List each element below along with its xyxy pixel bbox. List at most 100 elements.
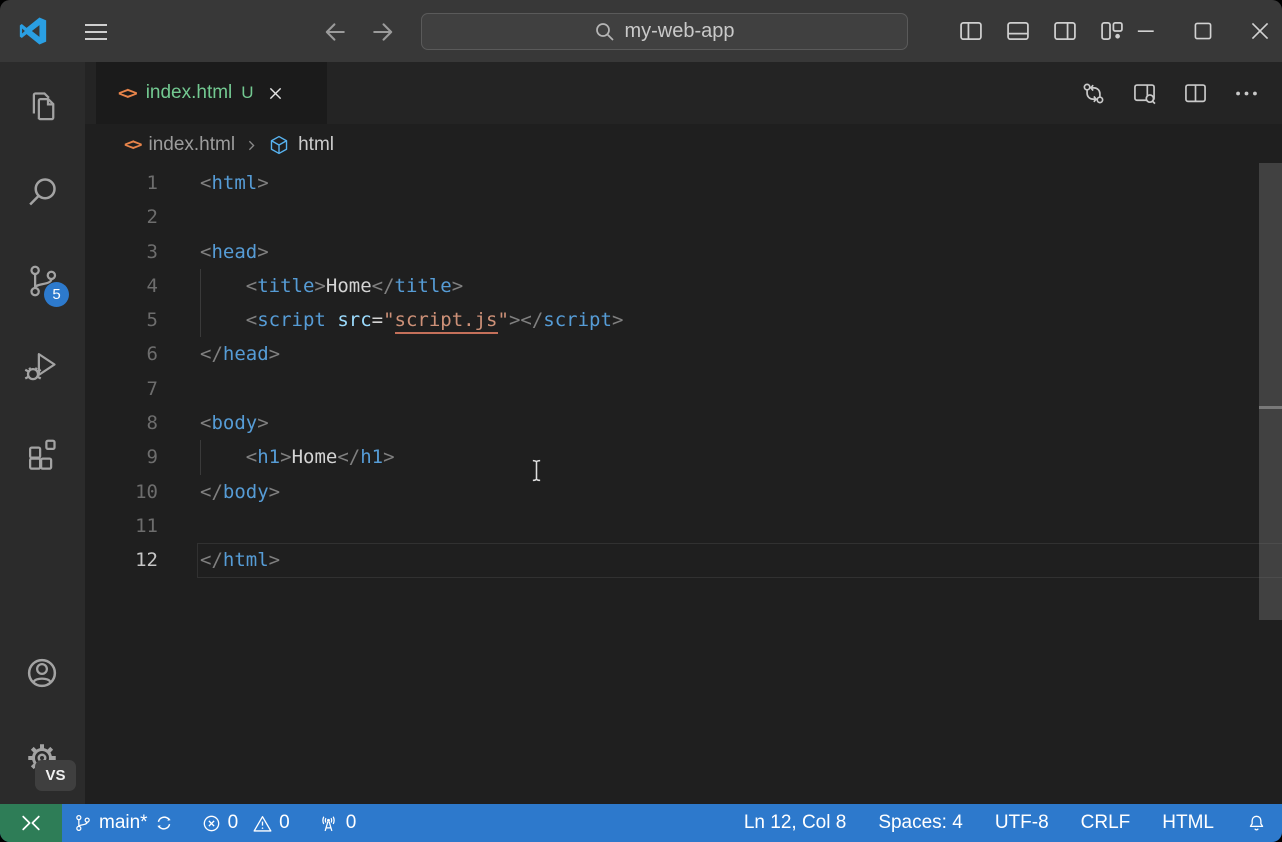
code-line[interactable]: 1<html>: [85, 166, 1282, 200]
breadcrumb-file[interactable]: <> index.html: [124, 134, 235, 156]
forward-button[interactable]: [369, 18, 397, 45]
code-line[interactable]: 7: [85, 372, 1282, 406]
code-token: [200, 446, 246, 468]
code-line[interactable]: 8<body>: [85, 406, 1282, 440]
eol-button[interactable]: CRLF: [1081, 812, 1131, 834]
code-token: h1: [360, 446, 383, 468]
code-token: >: [280, 446, 291, 468]
indent-guide: [200, 269, 201, 303]
line-number[interactable]: 4: [85, 269, 200, 303]
breadcrumb-file-label: index.html: [148, 134, 235, 156]
notifications-button[interactable]: [1246, 813, 1267, 834]
code-token: src: [337, 309, 371, 331]
line-number[interactable]: 6: [85, 337, 200, 371]
code-token: >: [269, 481, 280, 503]
vs-cursor-overlay: VS: [35, 760, 76, 791]
code-token: <: [200, 241, 211, 263]
toggle-primary-sidebar-button[interactable]: [957, 17, 985, 45]
code-line[interactable]: 6</head>: [85, 337, 1282, 371]
search-view-button[interactable]: [20, 170, 64, 214]
line-content[interactable]: <script src="script.js"></script>: [200, 303, 623, 337]
maximize-button[interactable]: [1189, 17, 1217, 45]
breadcrumb-symbol[interactable]: html: [268, 134, 334, 156]
indentation-button[interactable]: Spaces: 4: [878, 812, 963, 834]
line-content[interactable]: </html>: [200, 543, 280, 577]
code-line[interactable]: 12</html>: [85, 543, 1282, 577]
line-content[interactable]: </head>: [200, 337, 280, 371]
arrow-left-icon: [321, 18, 349, 46]
activity-bar: 5: [0, 62, 85, 804]
back-button[interactable]: [321, 18, 349, 45]
line-number[interactable]: 12: [85, 543, 200, 577]
toggle-secondary-sidebar-button[interactable]: [1051, 17, 1079, 45]
accounts-button[interactable]: [20, 651, 64, 695]
line-content[interactable]: <h1>Home</h1>: [200, 440, 395, 474]
encoding-button[interactable]: UTF-8: [995, 812, 1049, 834]
editor-area: <> index.html U: [85, 62, 1282, 804]
code-line[interactable]: 4 <title>Home</title>: [85, 269, 1282, 303]
split-editor-button[interactable]: [1182, 80, 1209, 107]
line-number[interactable]: 1: [85, 166, 200, 200]
line-number[interactable]: 2: [85, 200, 200, 234]
code-line[interactable]: 11: [85, 509, 1282, 543]
line-number[interactable]: 11: [85, 509, 200, 543]
run-debug-button[interactable]: [20, 344, 64, 388]
sync-icon: [154, 813, 174, 833]
code-line[interactable]: 3<head>: [85, 235, 1282, 269]
tab-git-status-badge: U: [241, 83, 253, 103]
line-content[interactable]: <body>: [200, 406, 269, 440]
line-content[interactable]: <head>: [200, 235, 269, 269]
close-button[interactable]: [1246, 17, 1274, 45]
open-changes-button[interactable]: [1080, 80, 1107, 107]
command-center-search[interactable]: my-web-app: [421, 13, 908, 50]
language-mode-button[interactable]: HTML: [1162, 812, 1214, 834]
tab-index-html[interactable]: <> index.html U: [96, 62, 327, 124]
code-line[interactable]: 2: [85, 200, 1282, 234]
code-token: </: [200, 343, 223, 365]
line-number[interactable]: 3: [85, 235, 200, 269]
code-line[interactable]: 9 <h1>Home</h1>: [85, 440, 1282, 474]
code-token: </: [337, 446, 360, 468]
minimize-button[interactable]: [1132, 17, 1160, 45]
cursor-position-button[interactable]: Ln 12, Col 8: [744, 812, 846, 834]
source-control-badge: 5: [44, 282, 69, 307]
code-token: script: [543, 309, 612, 331]
tab-close-button[interactable]: [266, 83, 286, 103]
line-number[interactable]: 10: [85, 475, 200, 509]
code-line[interactable]: 5 <script src="script.js"></script>: [85, 303, 1282, 337]
line-content[interactable]: <title>Home</title>: [200, 269, 463, 303]
toggle-panel-button[interactable]: [1004, 17, 1032, 45]
line-content[interactable]: <html>: [200, 166, 269, 200]
line-number[interactable]: 5: [85, 303, 200, 337]
branch-button[interactable]: main*: [73, 812, 174, 834]
explorer-button[interactable]: [20, 84, 64, 128]
open-preview-button[interactable]: [1131, 80, 1158, 107]
extensions-button[interactable]: [20, 430, 64, 474]
files-icon: [22, 86, 62, 126]
menu-button[interactable]: [80, 18, 112, 45]
problems-button[interactable]: 0 0: [201, 812, 290, 834]
debug-icon: [22, 346, 62, 386]
search-icon: [594, 21, 615, 42]
breadcrumbs: <> index.html html: [85, 124, 1282, 166]
code-line[interactable]: 10</body>: [85, 475, 1282, 509]
indent-guide: [200, 303, 201, 337]
tab-label: index.html: [146, 82, 233, 104]
more-actions-button[interactable]: [1233, 80, 1260, 107]
line-number[interactable]: 9: [85, 440, 200, 474]
code-editor[interactable]: 1<html>23<head>4 <title>Home</title>5 < s…: [85, 166, 1282, 804]
code-token: </: [200, 481, 223, 503]
maximize-icon: [1189, 17, 1217, 45]
code-token: >: [612, 309, 623, 331]
customize-layout-button[interactable]: [1098, 17, 1126, 45]
code-token: </: [520, 309, 543, 331]
branch-label: main*: [99, 812, 148, 834]
ports-button[interactable]: 0: [317, 812, 357, 835]
line-number[interactable]: 8: [85, 406, 200, 440]
line-content[interactable]: </body>: [200, 475, 280, 509]
vertical-scrollbar[interactable]: [1259, 163, 1282, 620]
chevron-right-icon: [243, 137, 260, 154]
remote-indicator-button[interactable]: [0, 804, 62, 842]
line-number[interactable]: 7: [85, 372, 200, 406]
search-value: my-web-app: [624, 20, 734, 43]
